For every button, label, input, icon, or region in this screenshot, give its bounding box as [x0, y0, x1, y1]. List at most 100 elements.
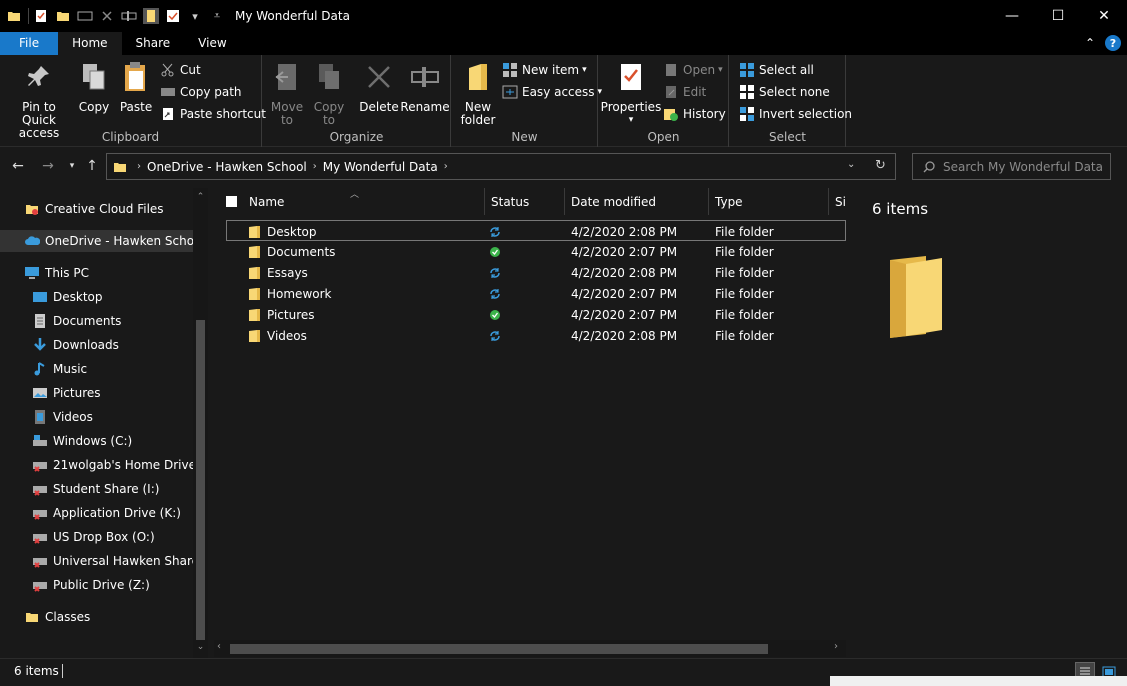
breadcrumb-separator-icon[interactable]: › — [313, 161, 317, 172]
cut-button[interactable]: Cut — [160, 60, 201, 80]
paste-button[interactable]: Paste — [120, 59, 152, 114]
nav-item-application-drive[interactable]: Application Drive (K:) — [32, 502, 181, 524]
nav-item-documents[interactable]: Documents — [32, 310, 121, 332]
rename-tool-icon[interactable] — [121, 8, 137, 24]
tab-file[interactable]: File — [0, 32, 59, 55]
table-row[interactable]: Desktop 4/2/2020 2:08 PM File folder — [226, 220, 846, 241]
invert-selection-button[interactable]: Invert selection — [739, 104, 852, 124]
delete-icon[interactable] — [99, 8, 115, 24]
table-row[interactable]: Pictures 4/2/2020 2:07 PM File folder — [226, 304, 846, 325]
new-folder-button[interactable]: New folder — [460, 59, 496, 127]
properties-button[interactable]: Properties ▾ — [601, 59, 661, 127]
forward-arrow-icon[interactable]: → — [40, 158, 56, 174]
nav-item-desktop[interactable]: Desktop — [32, 286, 103, 308]
nav-item-home-drive[interactable]: 21wolgab's Home Drive (H — [32, 454, 208, 476]
nav-item-student-share[interactable]: Student Share (I:) — [32, 478, 159, 500]
paste-shortcut-button[interactable]: Paste shortcut — [160, 104, 266, 124]
copy-path-button[interactable]: Copy path — [160, 82, 242, 102]
column-header-date[interactable]: Date modified — [565, 188, 709, 215]
rename-icon[interactable] — [77, 8, 93, 24]
column-header-type[interactable]: Type — [709, 188, 829, 215]
pin-to-quick-access-button[interactable]: Pin to Quick access — [6, 59, 72, 140]
customize-qat-icon[interactable]: ⩡ — [209, 8, 225, 24]
copy-to-button[interactable]: Copy to — [313, 59, 345, 127]
address-bar[interactable]: › OneDrive - Hawken School › My Wonderfu… — [106, 153, 896, 180]
new-group: New folder New item ▾ Easy access ▾ New — [452, 55, 602, 147]
properties-icon[interactable] — [33, 8, 49, 24]
easy-access-button[interactable]: Easy access ▾ — [502, 82, 602, 102]
nav-item-windows-c[interactable]: Windows (C:) — [32, 430, 132, 452]
copy-button[interactable]: Copy — [78, 59, 110, 114]
scroll-right-icon[interactable]: › — [834, 641, 838, 652]
nav-item-pictures[interactable]: Pictures — [32, 382, 101, 404]
tab-home[interactable]: Home — [58, 32, 122, 55]
folder-highlight-icon[interactable] — [143, 8, 159, 24]
computer-icon — [24, 265, 40, 281]
pin-icon — [23, 59, 55, 95]
column-header-size[interactable]: Siz — [829, 188, 846, 215]
refresh-icon[interactable]: ↻ — [875, 158, 886, 173]
select-none-button[interactable]: Select none — [739, 82, 830, 102]
synced-check-icon — [489, 304, 501, 325]
scrollbar-thumb[interactable] — [230, 644, 768, 654]
nav-item-universal-share[interactable]: Universal Hawken Share (U — [32, 550, 208, 572]
minimize-button[interactable]: — — [989, 0, 1035, 32]
table-row[interactable]: Videos 4/2/2020 2:08 PM File folder — [226, 325, 846, 346]
tab-share[interactable]: Share — [122, 32, 185, 55]
address-dropdown-chevron-icon[interactable]: ⌄ — [847, 159, 855, 170]
nav-item-music[interactable]: Music — [32, 358, 87, 380]
invert-selection-icon — [739, 106, 755, 122]
maximize-button[interactable]: ☐ — [1035, 0, 1081, 32]
copy-to-icon — [313, 59, 345, 95]
select-none-label: Select none — [759, 85, 830, 99]
recent-locations-chevron-icon[interactable]: ▾ — [64, 158, 80, 174]
history-button[interactable]: History — [663, 104, 726, 124]
scroll-left-icon[interactable]: ‹ — [217, 641, 221, 652]
nav-item-public-drive[interactable]: Public Drive (Z:) — [32, 574, 150, 596]
nav-item-videos[interactable]: Videos — [32, 406, 93, 428]
close-button[interactable]: ✕ — [1081, 0, 1127, 32]
nav-item-creative-cloud[interactable]: Creative Cloud Files — [24, 198, 164, 220]
easy-access-icon — [502, 84, 518, 100]
scroll-up-icon[interactable]: ⌃ — [193, 192, 208, 202]
breadcrumb-current[interactable]: My Wonderful Data — [323, 160, 438, 174]
table-row[interactable]: Essays 4/2/2020 2:08 PM File folder — [226, 262, 846, 283]
nav-item-this-pc[interactable]: This PC — [24, 262, 89, 284]
select-all-checkbox[interactable] — [226, 196, 237, 207]
nav-item-classes[interactable]: Classes — [24, 606, 90, 628]
breadcrumb-separator-icon[interactable]: › — [444, 161, 448, 172]
delete-button[interactable]: Delete — [359, 59, 399, 114]
breadcrumb-separator-icon[interactable]: › — [137, 161, 141, 172]
collapse-ribbon-icon[interactable]: ⌃ — [1085, 36, 1095, 50]
edit-button[interactable]: Edit — [663, 82, 706, 102]
nav-item-us-drop-box[interactable]: US Drop Box (O:) — [32, 526, 155, 548]
file-list-horizontal-scrollbar[interactable]: ‹ › — [214, 640, 846, 657]
table-row[interactable]: Documents 4/2/2020 2:07 PM File folder — [226, 241, 846, 262]
checkbox-icon[interactable] — [165, 8, 181, 24]
scrollbar-thumb[interactable] — [196, 320, 205, 640]
scroll-down-icon[interactable]: ⌄ — [193, 642, 208, 652]
chevron-down-icon[interactable]: ▾ — [187, 8, 203, 24]
rename-button[interactable]: Rename — [400, 59, 450, 114]
new-folder-icon[interactable] — [55, 8, 71, 24]
help-icon[interactable]: ? — [1105, 35, 1121, 51]
column-header-date-label: Date modified — [571, 194, 657, 209]
back-arrow-icon[interactable]: ← — [10, 158, 26, 174]
nav-pane-scrollbar[interactable]: ⌃ ⌄ — [193, 188, 208, 658]
row-type: File folder — [715, 224, 774, 239]
select-all-button[interactable]: Select all — [739, 60, 814, 80]
nav-item-downloads[interactable]: Downloads — [32, 334, 119, 356]
move-to-button[interactable]: Move to — [271, 59, 303, 127]
column-header-status[interactable]: Status — [485, 188, 565, 215]
open-button[interactable]: Open ▾ — [663, 60, 723, 80]
breadcrumb-onedrive[interactable]: OneDrive - Hawken School — [147, 160, 307, 174]
up-arrow-icon[interactable]: ↑ — [84, 158, 100, 174]
search-input[interactable] — [943, 159, 1103, 174]
tab-view[interactable]: View — [184, 32, 240, 55]
new-item-button[interactable]: New item ▾ — [502, 60, 587, 80]
column-header-name[interactable]: Name — [249, 195, 284, 209]
nav-item-onedrive[interactable]: OneDrive - Hawken School — [0, 230, 205, 252]
table-row[interactable]: Homework 4/2/2020 2:07 PM File folder — [226, 283, 846, 304]
navigation-row: ← → ▾ ↑ › OneDrive - Hawken School › My … — [0, 148, 1127, 186]
divider — [28, 8, 29, 24]
